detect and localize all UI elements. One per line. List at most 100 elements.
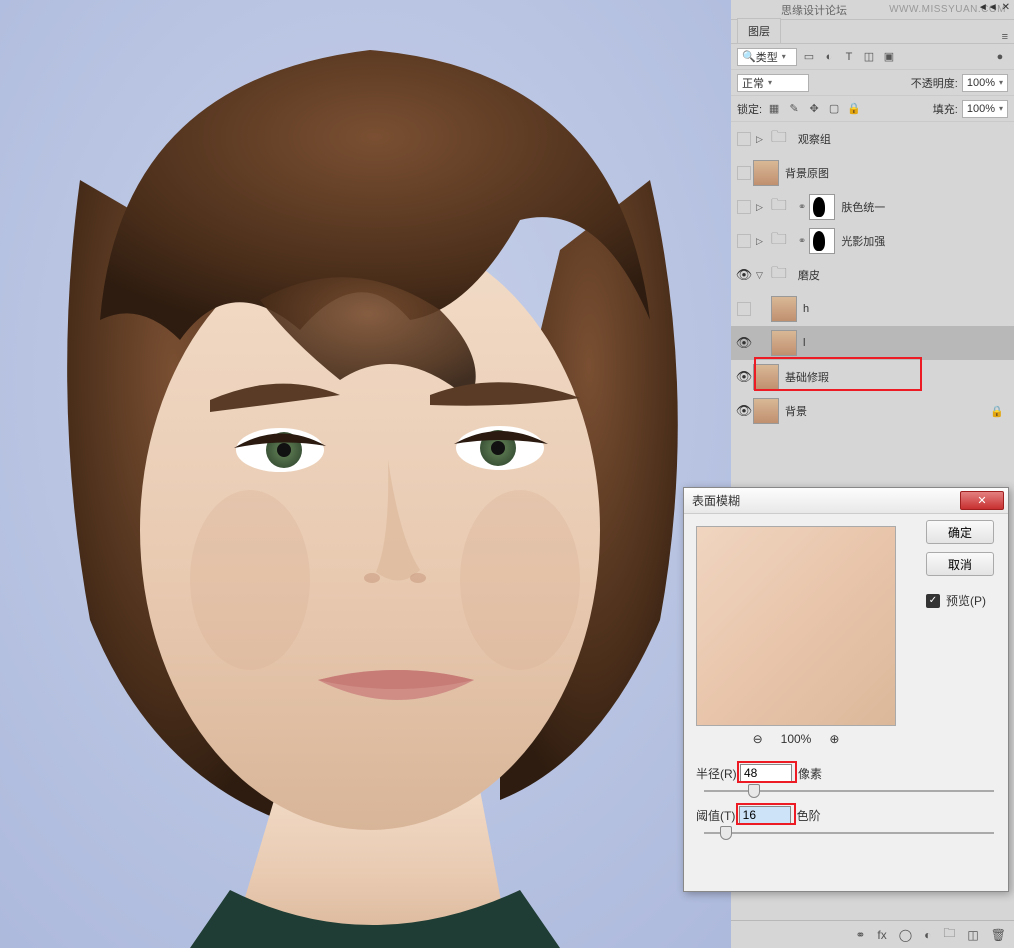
- disclosure-icon[interactable]: ▽: [756, 270, 763, 281]
- tab-layers[interactable]: 图层: [737, 18, 781, 43]
- threshold-label: 阈值(T):: [696, 807, 739, 824]
- layer-row[interactable]: 👁l: [731, 326, 1014, 360]
- fx-icon[interactable]: fx: [877, 928, 886, 942]
- layer-row[interactable]: ▷🗀 观察组: [731, 122, 1014, 156]
- highlight-threshold: [736, 803, 796, 825]
- threshold-unit: 色阶: [797, 807, 821, 824]
- filter-toggle-icon[interactable]: ●: [992, 49, 1008, 65]
- visibility-toggle[interactable]: 👁: [735, 335, 753, 351]
- visibility-toggle[interactable]: [735, 200, 753, 214]
- fill-value[interactable]: 100%: [962, 100, 1008, 118]
- visibility-toggle[interactable]: 👁: [735, 369, 753, 385]
- preview-checkbox[interactable]: ✓: [926, 594, 940, 608]
- layer-thumb[interactable]: [753, 398, 779, 424]
- lock-artboard-icon[interactable]: ▢: [826, 101, 842, 117]
- search-icon: 🔍: [742, 50, 756, 63]
- zoom-in-icon[interactable]: ⊕: [829, 732, 839, 746]
- layer-thumb[interactable]: [753, 160, 779, 186]
- highlight-selected-layer: [754, 357, 922, 391]
- link-layers-icon[interactable]: ⚭: [855, 928, 865, 942]
- site-name: 思缘设计论坛: [781, 2, 847, 18]
- lock-pixels-icon[interactable]: ▦: [766, 101, 782, 117]
- mask-icon[interactable]: ◯: [899, 928, 912, 942]
- disclosure-icon[interactable]: ▷: [756, 134, 763, 145]
- delete-icon[interactable]: 🗑: [991, 928, 1006, 942]
- layer-row[interactable]: 👁▽🗀 磨皮: [731, 258, 1014, 292]
- lock-all-icon[interactable]: 🔒: [846, 101, 862, 117]
- disclosure-icon[interactable]: ▷: [756, 202, 763, 213]
- layer-row[interactable]: 👁 背景🔒: [731, 394, 1014, 428]
- blend-row: 正常 不透明度: 100%: [731, 70, 1014, 96]
- layer-name[interactable]: 光影加强: [841, 233, 1010, 249]
- visibility-toggle[interactable]: 👁: [735, 267, 753, 283]
- threshold-slider-thumb[interactable]: [720, 826, 732, 840]
- lock-row: 锁定: ▦ ✎ ✥ ▢ 🔒 填充: 100%: [731, 96, 1014, 122]
- adjustment-icon[interactable]: ◐: [924, 928, 931, 942]
- layer-row[interactable]: ▷🗀⚭光影加强: [731, 224, 1014, 258]
- filter-type-icon[interactable]: T: [841, 49, 857, 65]
- disclosure-icon[interactable]: ▷: [756, 236, 763, 247]
- layer-row[interactable]: h: [731, 292, 1014, 326]
- mask-thumb[interactable]: [809, 228, 835, 254]
- visibility-toggle[interactable]: [735, 166, 753, 180]
- layer-name[interactable]: l: [803, 337, 1010, 349]
- filter-shape-icon[interactable]: ◫: [861, 49, 877, 65]
- layer-name[interactable]: 背景: [785, 403, 990, 419]
- mask-thumb[interactable]: [809, 194, 835, 220]
- link-icon: ⚭: [798, 202, 806, 213]
- lock-label: 锁定:: [737, 101, 762, 117]
- layer-name[interactable]: 背景原图: [785, 165, 1010, 181]
- highlight-radius: [737, 761, 797, 783]
- radius-unit: 像素: [798, 765, 822, 782]
- surface-blur-dialog: 表面模糊 ✕ ⊖ 100% ⊕ 确定 取消 ✓ 预览(P) 半径(R): 像素: [683, 487, 1009, 892]
- layer-thumb[interactable]: [771, 296, 797, 322]
- close-icon[interactable]: ✕: [1002, 2, 1010, 13]
- filter-adjust-icon[interactable]: ◐: [821, 49, 837, 65]
- radius-slider[interactable]: [704, 790, 994, 792]
- visibility-toggle[interactable]: [735, 234, 753, 248]
- folder-icon: 🗀: [766, 262, 792, 288]
- lock-position-icon[interactable]: ✎: [786, 101, 802, 117]
- portrait-image: [0, 0, 731, 948]
- layer-thumb[interactable]: [771, 330, 797, 356]
- blur-preview[interactable]: [696, 526, 896, 726]
- visibility-toggle[interactable]: [735, 302, 753, 316]
- link-icon: ⚭: [798, 236, 806, 247]
- group-icon[interactable]: 🗀: [943, 924, 955, 945]
- layer-name[interactable]: 观察组: [798, 131, 1010, 147]
- filter-row: 🔍 类型 ▭ ◐ T ◫ ▣ ●: [731, 44, 1014, 70]
- zoom-out-icon[interactable]: ⊖: [753, 732, 763, 746]
- dialog-title-text: 表面模糊: [692, 492, 740, 509]
- radius-slider-thumb[interactable]: [748, 784, 760, 798]
- collapse-icon[interactable]: ◄◄: [978, 2, 998, 13]
- lock-icon: 🔒: [990, 405, 1004, 418]
- preview-label: 预览(P): [946, 592, 986, 609]
- kind-filter[interactable]: 🔍 类型: [737, 48, 797, 66]
- opacity-value[interactable]: 100%: [962, 74, 1008, 92]
- panel-tabs: 图层 ≡: [731, 20, 1014, 44]
- layer-row[interactable]: 背景原图: [731, 156, 1014, 190]
- filter-pixel-icon[interactable]: ▭: [801, 49, 817, 65]
- layer-name[interactable]: 磨皮: [798, 267, 1010, 283]
- panel-menu-icon[interactable]: ≡: [1002, 31, 1008, 43]
- new-layer-icon[interactable]: ◫: [967, 928, 978, 942]
- ok-button[interactable]: 确定: [926, 520, 994, 544]
- layer-name[interactable]: 肤色统一: [841, 199, 1010, 215]
- threshold-slider[interactable]: [704, 832, 994, 834]
- layer-name[interactable]: h: [803, 303, 1010, 315]
- layer-row[interactable]: ▷🗀 ⚭ 肤色统一: [731, 190, 1014, 224]
- dialog-titlebar[interactable]: 表面模糊 ✕: [684, 488, 1008, 514]
- canvas-area[interactable]: [0, 0, 731, 948]
- visibility-toggle[interactable]: 👁: [735, 403, 753, 419]
- opacity-label: 不透明度:: [911, 75, 958, 91]
- visibility-toggle[interactable]: [735, 132, 753, 146]
- dialog-close-button[interactable]: ✕: [960, 491, 1004, 510]
- folder-icon: 🗀: [766, 126, 792, 152]
- radius-label: 半径(R):: [696, 765, 740, 782]
- folder-icon: 🗀: [766, 194, 792, 220]
- lock-move-icon[interactable]: ✥: [806, 101, 822, 117]
- title-bar: 思缘设计论坛 WWW.MISSYUAN.COM: [731, 0, 1014, 20]
- cancel-button[interactable]: 取消: [926, 552, 994, 576]
- blend-mode-dropdown[interactable]: 正常: [737, 74, 809, 92]
- filter-smart-icon[interactable]: ▣: [881, 49, 897, 65]
